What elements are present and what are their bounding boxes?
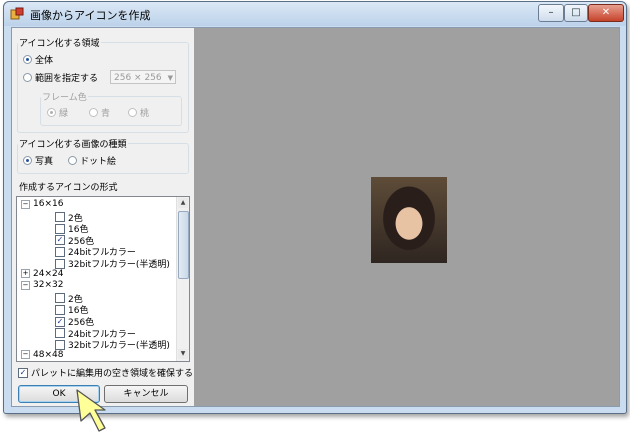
radio-photo-indicator[interactable] [23,156,32,165]
scroll-up-icon[interactable]: ▲ [178,198,188,208]
tree-node[interactable]: −32×32 [21,280,63,290]
tree-node[interactable]: −48×48 [21,350,63,360]
size-select[interactable]: 256 × 256 ▼ [110,70,176,84]
window-title: 画像からアイコンを作成 [30,9,151,22]
radio-whole[interactable]: 全体 [23,53,53,66]
radio-range-indicator[interactable] [23,73,32,82]
radio-frame-pink[interactable]: 桃 [128,106,149,119]
client-area: アイコン化する領域 全体 範囲を指定する 256 × 256 ▼ フレーム色 緑 [11,27,620,407]
format-checkbox[interactable] [55,258,65,269]
radio-frame-pink-indicator[interactable] [128,108,137,117]
radio-pixel-art-label: ドット絵 [80,157,117,167]
app-window: 画像からアイコンを作成 – □ ✕ アイコン化する領域 全体 範囲を指定する 2… [3,1,627,414]
expand-icon[interactable]: + [21,269,30,279]
tree-node[interactable]: −16×16 [21,199,63,209]
format-checkbox[interactable] [55,328,65,339]
format-checkbox[interactable] [55,212,65,223]
format-checkbox[interactable] [55,339,65,350]
radio-frame-green-label: 緑 [59,109,69,119]
format-checkbox[interactable] [55,246,65,257]
cancel-button[interactable]: キャンセル [104,385,188,403]
radio-frame-blue-label: 青 [101,109,111,119]
radio-range-label: 範囲を指定する [35,74,99,84]
close-button[interactable]: ✕ [588,4,624,22]
radio-photo[interactable]: 写真 [23,154,53,167]
radio-frame-blue[interactable]: 青 [89,106,110,119]
radio-frame-blue-indicator[interactable] [89,108,98,117]
preview-area [194,28,619,406]
options-panel: アイコン化する領域 全体 範囲を指定する 256 × 256 ▼ フレーム色 緑 [12,28,193,406]
radio-frame-green-indicator[interactable] [47,108,56,117]
chevron-down-icon: ▼ [167,74,173,82]
title-bar[interactable]: 画像からアイコンを作成 – □ ✕ [4,2,626,26]
radio-photo-label: 写真 [35,157,54,167]
tree-node-label: 32bitフルカラー(半透明) [68,341,170,352]
format-checkbox[interactable]: ✓ [55,316,65,327]
radio-whole-label: 全体 [35,56,54,66]
format-checkbox[interactable] [55,293,65,304]
radio-whole-indicator[interactable] [23,55,32,64]
palette-option-label: パレットに編集用の空き領域を確保する [31,369,194,379]
collapse-icon[interactable]: − [21,280,30,290]
tree-node[interactable]: +24×24 [21,269,63,279]
radio-frame-pink-label: 桃 [140,109,150,119]
tree-node[interactable]: 32bitフルカラー(半透明) [55,338,170,351]
format-checkbox[interactable]: ✓ [55,235,65,246]
minimize-button[interactable]: – [538,4,564,22]
collapse-icon[interactable]: − [21,199,30,209]
kind-legend: アイコン化する画像の種類 [19,140,127,150]
tree-node-label: 32×32 [33,280,64,291]
tree-node-label: 16×16 [33,199,64,209]
tree-node-label: 48×48 [33,349,64,360]
scroll-down-icon[interactable]: ▼ [178,349,188,359]
collapse-icon[interactable]: − [21,350,30,360]
size-select-value: 256 × 256 [114,73,162,83]
pointer-cursor-icon [76,389,106,432]
radio-pixel-art[interactable]: ドット絵 [68,154,116,167]
formats-label: 作成するアイコンの形式 [19,183,118,193]
maximize-button[interactable]: □ [564,4,588,22]
area-legend: アイコン化する領域 [19,39,100,49]
radio-range[interactable]: 範囲を指定する [23,71,98,84]
frame-color-legend: フレーム色 [42,93,87,103]
tree-node-label: 24×24 [33,268,64,279]
preview-photo [371,177,447,263]
palette-checkbox[interactable]: ✓ [18,367,28,378]
format-checkbox[interactable] [55,223,65,234]
format-checkbox[interactable] [55,304,65,315]
tree-node-label: 32bitフルカラー(半透明) [68,260,170,270]
app-icon [10,7,24,20]
scroll-thumb[interactable] [178,211,189,279]
radio-pixel-art-indicator[interactable] [68,156,77,165]
palette-option[interactable]: ✓ パレットに編集用の空き領域を確保する [18,366,193,379]
format-tree[interactable]: −16×16 2色 16色 ✓ 256色 24bitフルカラー 32bitフルカラー(半透明… [16,196,190,362]
tree-scrollbar[interactable]: ▲ ▼ [176,197,189,361]
tree-node[interactable]: 32bitフルカラー(半透明) [55,257,170,270]
radio-frame-green[interactable]: 緑 [47,106,68,119]
